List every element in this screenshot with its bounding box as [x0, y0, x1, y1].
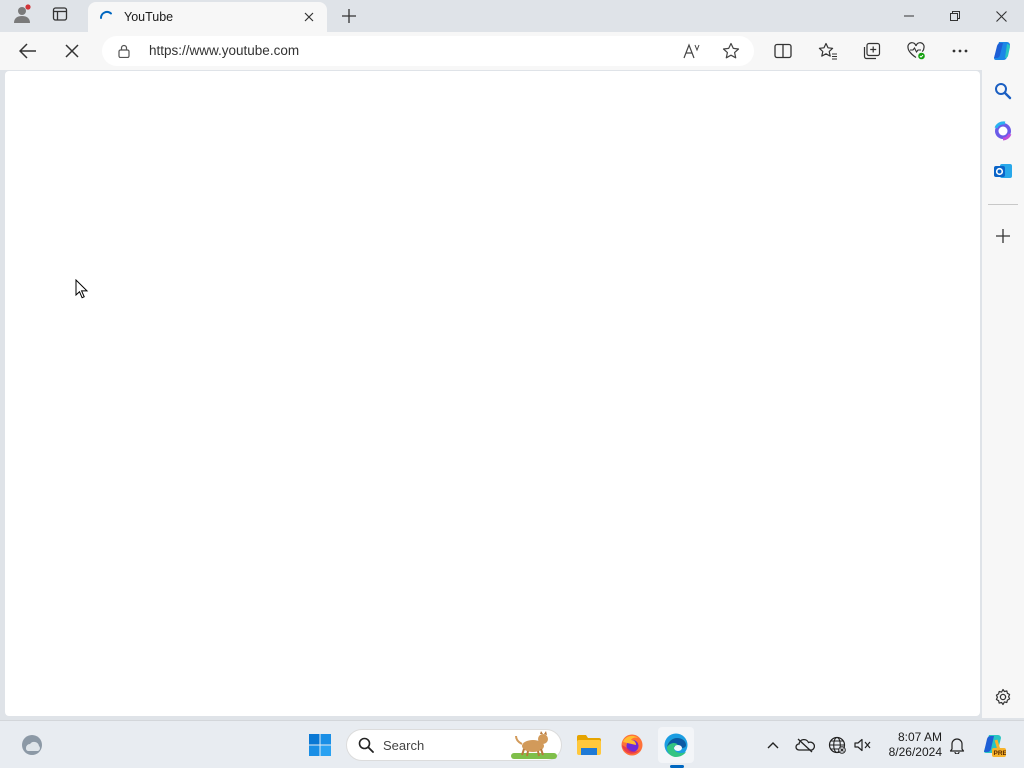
onedrive-button[interactable]	[793, 733, 817, 757]
taskbar-clock[interactable]: 8:07 AM 8/26/2024	[878, 730, 942, 760]
tab-youtube[interactable]: YouTube	[88, 2, 327, 32]
show-hidden-icons-button[interactable]	[761, 733, 785, 757]
search-highlight-image	[511, 731, 557, 764]
sidebar-outlook-button[interactable]	[987, 155, 1019, 187]
windows-start-icon	[309, 734, 331, 756]
favorites-icon	[818, 42, 837, 60]
svg-text:PRE: PRE	[994, 750, 1007, 757]
m365-icon	[994, 121, 1012, 141]
tab-title: YouTube	[124, 10, 174, 24]
close-icon	[304, 12, 314, 22]
title-bar: YouTube	[0, 0, 1024, 32]
plus-icon	[342, 9, 356, 23]
volume-icon	[854, 738, 871, 752]
url-text[interactable]: https://www.youtube.com	[149, 43, 299, 58]
favorites-button[interactable]	[812, 35, 844, 67]
close-icon	[995, 10, 1007, 22]
copilot-taskbar-button[interactable]: PRE	[979, 731, 1007, 759]
widgets-button[interactable]	[14, 727, 50, 763]
copilot-button[interactable]	[986, 35, 1018, 67]
tab-actions-icon	[52, 6, 68, 27]
sidebar-settings-button[interactable]	[987, 681, 1019, 713]
mouse-cursor	[75, 278, 89, 304]
settings-and-more-button[interactable]	[944, 35, 976, 67]
tab-close-button[interactable]	[297, 5, 321, 29]
restore-button[interactable]	[938, 2, 972, 30]
back-button[interactable]	[12, 35, 44, 67]
sidebar-add-button[interactable]	[987, 220, 1019, 252]
collections-button[interactable]	[856, 35, 888, 67]
profile-icon	[12, 3, 32, 29]
copilot-pre-icon: PRE	[984, 735, 1007, 757]
address-bar[interactable]: https://www.youtube.com	[102, 36, 754, 66]
browser-essentials-icon	[907, 42, 925, 60]
clock-date: 8/26/2024	[888, 745, 942, 759]
weather-icon	[22, 735, 42, 755]
file-explorer-button[interactable]	[571, 727, 607, 763]
windows-taskbar: Search 8:07 AM 8/26/2024 PRE	[0, 720, 1024, 768]
notifications-button[interactable]	[945, 733, 969, 757]
browser-essentials-button[interactable]	[900, 35, 932, 67]
add-favorite-button[interactable]	[719, 39, 743, 63]
firefox-button[interactable]	[614, 727, 650, 763]
start-button[interactable]	[302, 727, 338, 763]
sidebar-m365-button[interactable]	[987, 115, 1019, 147]
stop-icon	[65, 44, 79, 58]
page-content[interactable]	[5, 71, 980, 716]
lock-icon[interactable]	[116, 43, 132, 59]
new-tab-button[interactable]	[333, 2, 365, 30]
minimize-icon	[904, 15, 914, 17]
read-aloud-icon	[683, 43, 700, 59]
window-close-button[interactable]	[984, 2, 1018, 30]
network-icon	[828, 736, 846, 754]
back-arrow-icon	[19, 43, 36, 59]
clock-time: 8:07 AM	[897, 730, 942, 744]
gear-icon	[995, 688, 1011, 706]
plus-icon	[996, 229, 1010, 243]
edge-taskbar-button[interactable]	[658, 727, 694, 763]
tab-actions-button[interactable]	[44, 2, 76, 30]
restore-icon	[950, 11, 960, 21]
read-aloud-button[interactable]	[680, 39, 704, 63]
profile-button[interactable]	[6, 2, 38, 30]
edge-sidebar	[982, 70, 1024, 718]
search-label: Search	[383, 737, 425, 753]
volume-button[interactable]	[851, 733, 875, 757]
file-explorer-icon	[577, 735, 601, 755]
minimize-button[interactable]	[892, 2, 926, 30]
sidebar-divider	[988, 204, 1018, 205]
firefox-icon	[621, 734, 643, 756]
collections-icon	[863, 42, 881, 60]
browser-toolbar: https://www.youtube.com	[0, 32, 1024, 70]
split-screen-button[interactable]	[767, 35, 799, 67]
network-button[interactable]	[825, 733, 849, 757]
more-icon	[952, 49, 968, 53]
split-screen-icon	[774, 43, 792, 59]
stop-loading-button[interactable]	[56, 35, 88, 67]
star-icon	[722, 42, 740, 59]
search-icon	[357, 736, 375, 754]
edge-icon	[664, 733, 688, 757]
loading-spinner-icon	[98, 8, 116, 26]
chevron-up-icon	[767, 742, 779, 749]
bell-icon	[949, 738, 965, 754]
copilot-icon	[994, 42, 1010, 61]
search-icon	[995, 83, 1012, 100]
sidebar-search-button[interactable]	[987, 75, 1019, 107]
outlook-icon	[994, 164, 1012, 178]
onedrive-icon	[795, 738, 815, 753]
taskbar-search-box[interactable]: Search	[346, 729, 562, 761]
